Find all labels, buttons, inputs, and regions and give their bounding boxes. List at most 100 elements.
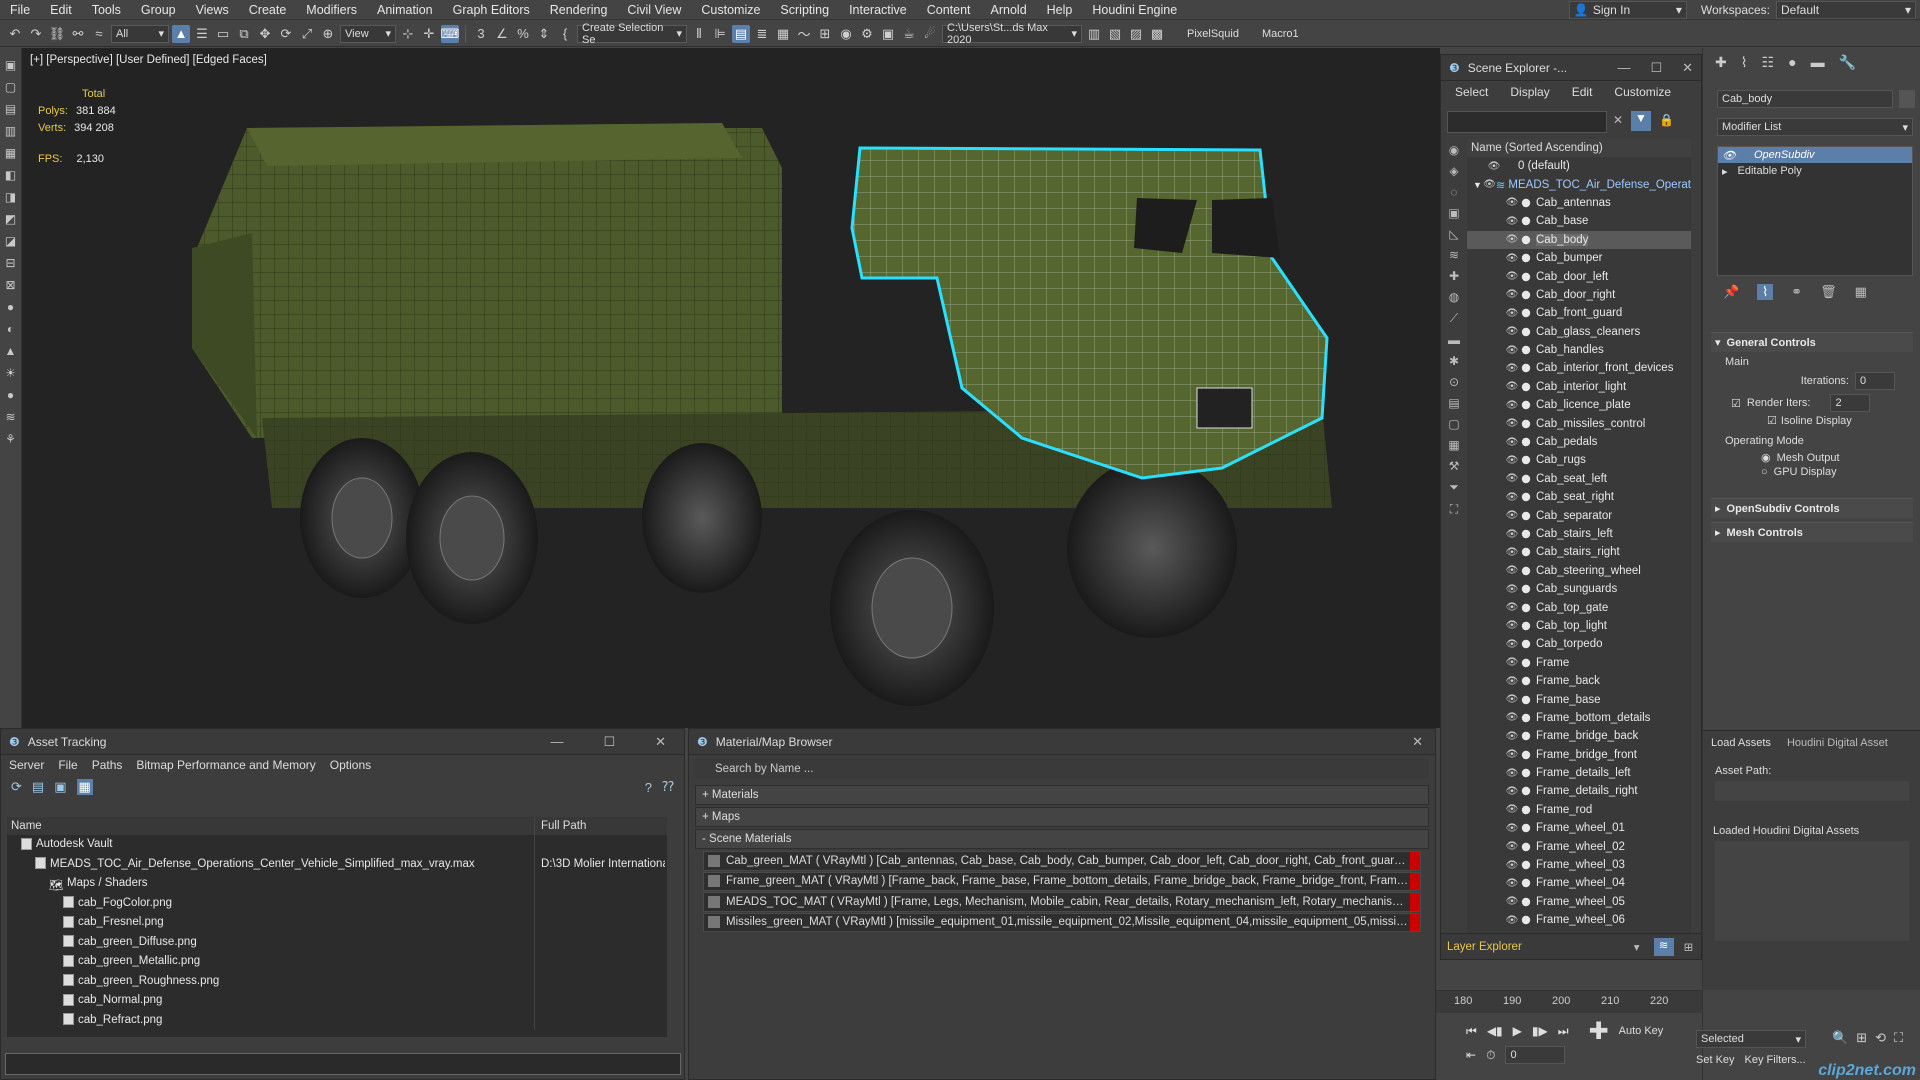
visibility-eye-icon[interactable]: 👁 xyxy=(1505,915,1519,926)
goto-start-icon[interactable]: ⏮ xyxy=(1466,1024,1477,1039)
visibility-eye-icon[interactable]: 👁 xyxy=(1505,749,1519,760)
asset-row[interactable]: MEADS_TOC_Air_Defense_Operations_Center_… xyxy=(7,854,667,874)
visibility-eye-icon[interactable]: 👁 xyxy=(1505,529,1519,540)
menu-item-tools[interactable]: Tools xyxy=(82,0,131,20)
asset-row[interactable]: cab_green_Metallic.png xyxy=(7,952,667,972)
sign-in-button[interactable]: 👤 Sign In ▾ xyxy=(1568,1,1687,19)
visibility-eye-icon[interactable]: 👁 xyxy=(1505,547,1519,558)
render-iters-checkbox[interactable]: ☑ xyxy=(1731,397,1741,410)
group-maps[interactable]: + Maps xyxy=(695,807,1429,827)
display-filter-icon[interactable]: ⟋ xyxy=(1450,311,1458,326)
menu-item-arnold[interactable]: Arnold xyxy=(981,0,1037,20)
undo-icon[interactable]: ↶ xyxy=(6,25,24,43)
project-icon-3[interactable]: ▨ xyxy=(1127,25,1145,43)
tree-row[interactable]: 👁 Cab_separator xyxy=(1467,506,1691,524)
minimize-icon[interactable]: — xyxy=(550,734,563,750)
lock-icon[interactable]: 🔒 xyxy=(1659,113,1674,127)
layout-tab-icon[interactable]: ◩ xyxy=(3,212,19,230)
refresh-icon[interactable]: ⟳ xyxy=(11,779,22,795)
modify-tab-icon[interactable]: ⌇ xyxy=(1741,54,1748,71)
tree-row[interactable]: 👁 Cab_pedals xyxy=(1467,433,1691,451)
asset-row[interactable]: 🗺 Maps / Shaders xyxy=(7,874,667,894)
menu-item-graph-editors[interactable]: Graph Editors xyxy=(443,0,540,20)
configure-sets-icon[interactable]: ▦ xyxy=(1855,284,1867,300)
scene-menu-customize[interactable]: Customize xyxy=(1614,85,1671,99)
mesh-controls-header[interactable]: ▸ Mesh Controls xyxy=(1711,522,1913,542)
time-config-icon[interactable]: ⏱ xyxy=(1486,1048,1495,1063)
material-row[interactable]: Missiles_green_MAT ( VRayMtl ) [missile_… xyxy=(703,912,1421,932)
visibility-eye-icon[interactable]: 👁 xyxy=(1505,823,1519,834)
percent-snap-icon[interactable]: % xyxy=(514,25,532,43)
asset-tracking-titlebar[interactable]: ❸ Asset Tracking — ☐ ✕ xyxy=(1,729,684,755)
material-row[interactable]: Frame_green_MAT ( VRayMtl ) [Frame_back,… xyxy=(703,871,1421,891)
tree-row[interactable]: 👁 Cab_door_right xyxy=(1467,286,1691,304)
close-icon[interactable]: ✕ xyxy=(655,734,666,750)
tree-row[interactable]: 👁 Frame_wheel_01 xyxy=(1467,819,1691,837)
material-row[interactable]: MEADS_TOC_MAT ( VRayMtl ) [Frame, Legs, … xyxy=(703,892,1421,912)
layout-tab-icon[interactable]: ≋ xyxy=(3,410,19,428)
display-filter-icon[interactable]: ◍ xyxy=(1449,290,1459,304)
render-setup-icon[interactable]: ⚙ xyxy=(858,25,876,43)
visibility-eye-icon[interactable]: 👁 xyxy=(1505,253,1519,264)
visibility-eye-icon[interactable]: 👁 xyxy=(1505,234,1519,245)
visibility-eye-icon[interactable]: 👁 xyxy=(1505,731,1519,742)
menu-item-animation[interactable]: Animation xyxy=(367,0,443,20)
goto-end-icon[interactable]: ⏭ xyxy=(1558,1024,1569,1039)
tree-row[interactable]: 👁 Frame_wheel_05 xyxy=(1467,893,1691,911)
visibility-eye-icon[interactable]: 👁 xyxy=(1505,657,1519,668)
layer-explorer-dropdown-icon[interactable]: ▾ xyxy=(1634,940,1640,954)
visibility-eye-icon[interactable]: 👁 xyxy=(1505,804,1519,815)
col-path-header[interactable]: Full Path xyxy=(535,817,665,835)
tab-houdini-digital-asset[interactable]: Houdini Digital Asset xyxy=(1787,737,1888,749)
zoom-icon[interactable]: 🔍 xyxy=(1832,1030,1848,1046)
layout-tab-icon[interactable]: ▥ xyxy=(3,124,19,142)
tree-column-header[interactable]: Name (Sorted Ascending) xyxy=(1467,139,1691,157)
asset-menu-file[interactable]: File xyxy=(58,758,77,772)
render-iters-spinner[interactable]: 2 xyxy=(1830,394,1871,412)
layout-tab-icon[interactable]: ◨ xyxy=(3,190,19,208)
workspace-dropdown[interactable]: Default ▾ xyxy=(1776,1,1916,19)
asset-menu-paths[interactable]: Paths xyxy=(92,758,123,772)
display-filter-icon[interactable]: ▤ xyxy=(1448,396,1459,410)
visibility-eye-icon[interactable]: 👁 xyxy=(1505,786,1519,797)
visibility-eye-icon[interactable]: 👁 xyxy=(1505,492,1519,503)
visibility-eye-icon[interactable]: 👁 xyxy=(1505,363,1519,374)
hierarchy-icon[interactable]: ⊞ xyxy=(1684,940,1694,954)
named-selection-dropdown[interactable]: Create Selection Se ▾ xyxy=(577,22,687,46)
utilities-tab-icon[interactable]: 🔧 xyxy=(1839,54,1856,71)
object-color-swatch[interactable] xyxy=(1899,90,1915,108)
rect-selection-icon[interactable]: ▭ xyxy=(214,25,232,43)
layout-tab-icon[interactable]: ▢ xyxy=(3,80,19,98)
project-folder-dropdown[interactable]: C:\Users\St...ds Max 2020 ▾ xyxy=(942,22,1082,46)
tree-row-default-layer[interactable]: 👁 0 (default) xyxy=(1467,157,1691,175)
isoline-checkbox[interactable]: ☑ xyxy=(1767,414,1777,427)
visibility-eye-icon[interactable]: 👁 xyxy=(1483,179,1496,190)
layout-tab-icon[interactable]: ◪ xyxy=(3,234,19,252)
current-frame-field[interactable]: 0 xyxy=(1505,1046,1566,1064)
tree-row[interactable]: 👁 Frame_rod xyxy=(1467,801,1691,819)
tree-row[interactable]: 👁 Cab_interior_light xyxy=(1467,378,1691,396)
redo-icon[interactable]: ↷ xyxy=(27,25,45,43)
display-filter-icon[interactable]: ◉ xyxy=(1449,143,1459,157)
tree-row[interactable]: 👁 Cab_torpedo xyxy=(1467,635,1691,653)
visibility-eye-icon[interactable]: 👁 xyxy=(1505,216,1519,227)
visibility-eye-icon[interactable]: 👁 xyxy=(1505,197,1519,208)
visibility-eye-icon[interactable]: 👁 xyxy=(1505,381,1519,392)
zoom-extents-icon[interactable]: ⊞ xyxy=(1856,1030,1867,1046)
display-filter-icon[interactable]: ✱ xyxy=(1449,354,1459,368)
display-filter-icon[interactable]: ▣ xyxy=(1448,206,1459,220)
ribbon-icon[interactable]: ▦ xyxy=(774,25,792,43)
layout-tab-icon[interactable]: ◧ xyxy=(3,168,19,186)
opensubdiv-controls-header[interactable]: ▸ OpenSubdiv Controls xyxy=(1711,498,1913,518)
asset-menu-options[interactable]: Options xyxy=(330,758,371,772)
keyboard-shortcut-icon[interactable]: ⌨ xyxy=(441,24,459,43)
visibility-eye-icon[interactable]: 👁 xyxy=(1505,694,1519,705)
tree-row[interactable]: 👁 Frame_bridge_back xyxy=(1467,727,1691,745)
layout-tab-icon[interactable]: ⚘ xyxy=(3,432,19,450)
project-icon-2[interactable]: ▧ xyxy=(1106,25,1124,43)
hierarchy-tab-icon[interactable]: ☷ xyxy=(1762,54,1775,71)
material-search-input[interactable]: Search by Name ... xyxy=(695,759,1429,779)
menu-item-scripting[interactable]: Scripting xyxy=(770,0,839,20)
asset-row[interactable]: cab_Fresnel.png xyxy=(7,913,667,933)
layout-tab-icon[interactable]: ▦ xyxy=(3,146,19,164)
